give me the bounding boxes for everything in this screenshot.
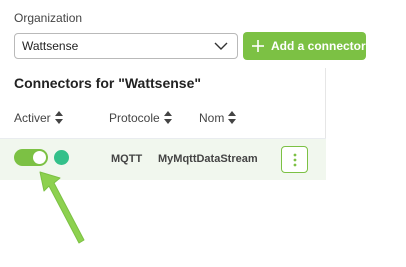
sort-icon [163, 111, 172, 124]
column-header-label: Activer [14, 111, 51, 125]
organization-select-value: Wattsense [22, 39, 79, 53]
column-header-nom[interactable]: Nom [199, 111, 237, 125]
column-header-protocole[interactable]: Protocole [109, 111, 172, 125]
sort-icon [54, 111, 63, 124]
chevron-down-icon [214, 42, 228, 50]
organization-label: Organization [14, 11, 83, 25]
annotation-arrow-icon [39, 171, 85, 244]
row-actions-button[interactable] [281, 146, 308, 173]
add-connector-button[interactable]: Add a connector [243, 32, 366, 60]
more-vertical-icon [293, 153, 296, 166]
toggle-knob [33, 151, 46, 164]
status-indicator [54, 150, 69, 165]
cell-name: MyMqttDataStream [158, 153, 258, 165]
column-header-label: Nom [199, 111, 225, 125]
plus-icon [252, 40, 264, 52]
column-header-activer[interactable]: Activer [14, 111, 63, 125]
sort-icon [228, 111, 237, 124]
panel-title: Connectors for "Wattsense" [14, 75, 202, 91]
add-connector-label: Add a connector [271, 39, 366, 53]
organization-select[interactable]: Wattsense [14, 33, 238, 59]
column-header-label: Protocole [109, 111, 160, 125]
enable-toggle[interactable] [14, 149, 48, 166]
cell-protocol: MQTT [111, 153, 143, 165]
